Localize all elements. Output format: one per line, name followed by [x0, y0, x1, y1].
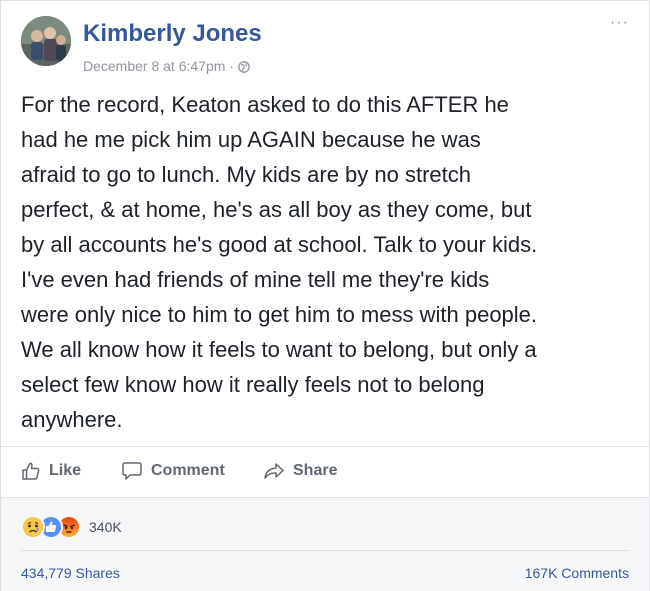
- avatar-photo: [21, 16, 71, 66]
- share-arrow-icon: [264, 463, 284, 479]
- post-meta: December 8 at 6:47pm ·: [83, 58, 250, 74]
- meta-separator: ·: [229, 58, 235, 74]
- author-name[interactable]: Kimberly Jones: [83, 20, 262, 48]
- globe-icon[interactable]: [238, 60, 250, 73]
- post-text: For the record, Keaton asked to do this …: [21, 92, 538, 432]
- like-label: Like: [49, 462, 82, 479]
- post-footer: 340K 434,779 Shares 167K Comments: [1, 497, 649, 591]
- comment-button[interactable]: Comment: [121, 461, 225, 481]
- post-timestamp[interactable]: December 8 at 6:47pm: [83, 58, 225, 74]
- shares-count-link[interactable]: 434,779 Shares: [21, 565, 120, 581]
- comments-count-link[interactable]: 167K Comments: [525, 565, 629, 581]
- sad-icon: [21, 515, 45, 539]
- reaction-count: 340K: [89, 519, 122, 535]
- more-options-icon[interactable]: ···: [610, 14, 629, 32]
- thumbs-up-icon: [22, 462, 40, 480]
- post-card: Kimberly Jones December 8 at 6:47pm · ··…: [0, 0, 650, 591]
- action-bar: Like Comment Share: [1, 447, 649, 497]
- reactions-summary[interactable]: 340K: [21, 515, 122, 539]
- comment-label: Comment: [151, 462, 225, 479]
- like-button[interactable]: Like: [21, 461, 81, 481]
- share-label: Share: [293, 462, 338, 479]
- share-button[interactable]: Share: [263, 461, 337, 481]
- comment-icon: [122, 462, 142, 480]
- profile-avatar[interactable]: [21, 16, 71, 66]
- footer-divider: [21, 550, 629, 551]
